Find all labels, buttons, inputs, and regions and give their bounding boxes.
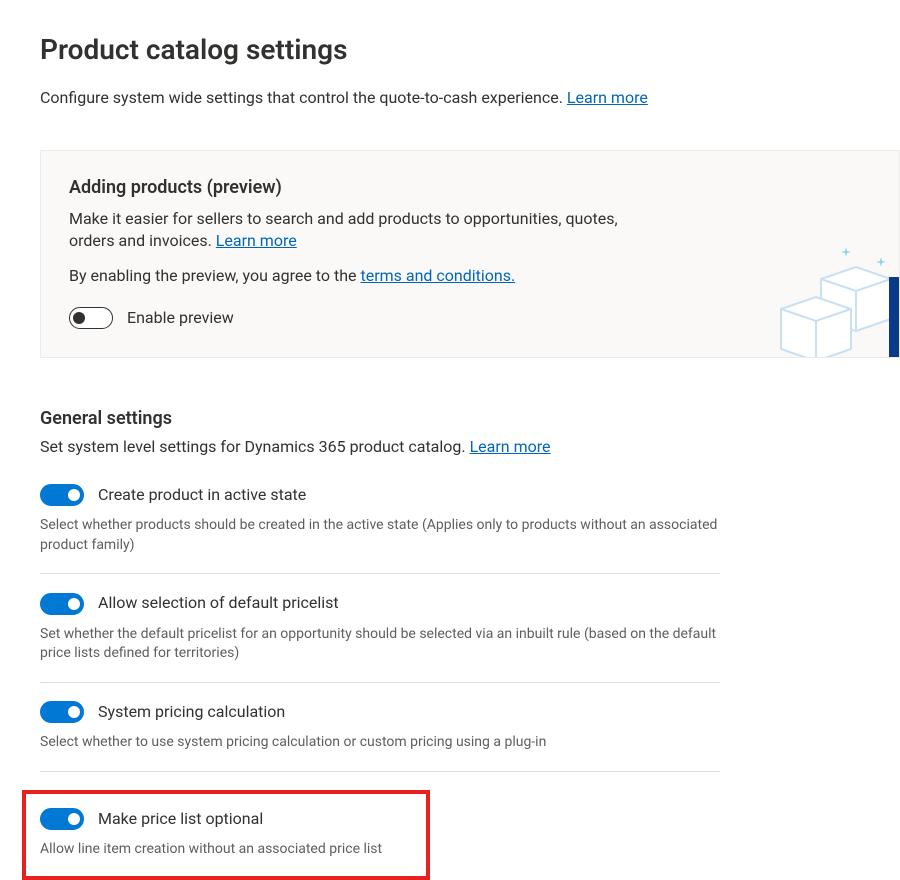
price-list-optional-toggle[interactable] (40, 808, 84, 830)
preview-card-desc-text: Make it easier for sellers to search and… (69, 209, 618, 250)
setting-system-pricing: System pricing calculation Select whethe… (40, 701, 720, 772)
terms-and-conditions-link[interactable]: terms and conditions. (360, 266, 515, 285)
default-pricelist-desc: Set whether the default pricelist for an… (40, 625, 720, 664)
page-title: Product catalog settings (40, 30, 900, 69)
preview-card: Adding products (preview) Make it easier… (40, 150, 900, 359)
default-pricelist-toggle[interactable] (40, 593, 84, 615)
page-subtitle-text: Configure system wide settings that cont… (40, 88, 567, 107)
enable-preview-label: Enable preview (127, 307, 234, 329)
setting-create-product-active: Create product in active state Select wh… (40, 484, 720, 575)
default-pricelist-label: Allow selection of default pricelist (98, 592, 339, 614)
system-pricing-label: System pricing calculation (98, 701, 285, 723)
general-settings-subtitle-text: Set system level settings for Dynamics 3… (40, 437, 470, 456)
page-subtitle: Configure system wide settings that cont… (40, 87, 900, 109)
setting-default-pricelist: Allow selection of default pricelist Set… (40, 592, 720, 683)
general-settings-title: General settings (40, 406, 720, 431)
toggle-knob (68, 706, 80, 718)
price-list-optional-label: Make price list optional (98, 808, 263, 830)
general-settings-section: General settings Set system level settin… (40, 406, 720, 880)
enable-preview-row: Enable preview (69, 307, 871, 329)
create-product-active-toggle[interactable] (40, 484, 84, 506)
system-pricing-desc: Select whether to use system pricing cal… (40, 733, 720, 753)
decorative-boxes-icon (761, 239, 900, 358)
preview-card-desc: Make it easier for sellers to search and… (69, 208, 629, 253)
toggle-knob (73, 312, 85, 324)
price-list-optional-desc: Allow line item creation without an asso… (40, 840, 412, 860)
general-learn-more-link[interactable]: Learn more (470, 437, 551, 456)
toggle-knob (68, 598, 80, 610)
toggle-knob (68, 813, 80, 825)
toggle-knob (68, 489, 80, 501)
highlight-box: Make price list optional Allow line item… (22, 790, 430, 880)
preview-card-learn-more-link[interactable]: Learn more (216, 231, 297, 250)
page-learn-more-link[interactable]: Learn more (567, 88, 648, 107)
general-settings-subtitle: Set system level settings for Dynamics 3… (40, 436, 720, 458)
enable-preview-toggle[interactable] (69, 307, 113, 329)
preview-card-terms: By enabling the preview, you agree to th… (69, 265, 629, 287)
create-product-active-label: Create product in active state (98, 484, 306, 506)
create-product-active-desc: Select whether products should be create… (40, 516, 720, 555)
system-pricing-toggle[interactable] (40, 701, 84, 723)
setting-price-list-optional: Make price list optional Allow line item… (40, 790, 720, 880)
preview-card-title: Adding products (preview) (69, 175, 871, 200)
preview-card-terms-text: By enabling the preview, you agree to th… (69, 266, 360, 285)
